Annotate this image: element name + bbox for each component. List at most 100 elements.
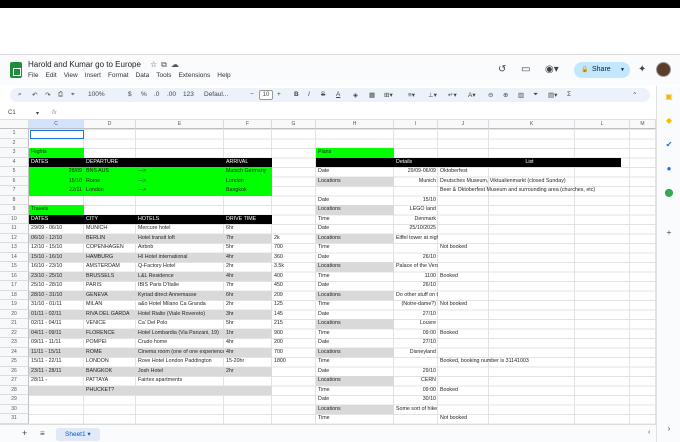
menu-edit[interactable]: Edit <box>45 72 56 79</box>
redo-icon[interactable]: ↷ <box>45 91 50 99</box>
calendar-icon[interactable]: ▣ <box>664 92 674 102</box>
row-header-9[interactable]: 9 <box>0 205 29 215</box>
menu-help[interactable]: Help <box>217 72 230 79</box>
row-header-16[interactable]: 16 <box>0 271 29 281</box>
decrease-decimal-button[interactable]: .0 <box>154 91 159 98</box>
valign-icon[interactable]: ⊥▾ <box>428 91 437 99</box>
row-header-2[interactable]: 2 <box>0 138 29 148</box>
font-size-input[interactable]: 10 <box>259 90 273 100</box>
menu-insert[interactable]: Insert <box>85 72 101 79</box>
tab-sheet1[interactable]: Sheet1 ▾ <box>56 428 100 441</box>
avatar[interactable] <box>656 62 671 77</box>
comment-icon[interactable]: ▭ <box>521 64 530 75</box>
strikethrough-icon[interactable]: S <box>321 91 325 98</box>
row-header-28[interactable]: 28 <box>0 385 29 395</box>
contacts-icon[interactable]: ● <box>664 164 674 174</box>
row-header-1[interactable]: 1 <box>0 129 29 139</box>
row-header-12[interactable]: 12 <box>0 233 29 243</box>
gemini-icon[interactable]: ✦ <box>638 64 646 75</box>
all-sheets-icon[interactable]: ≡ <box>40 429 45 438</box>
row-header-17[interactable]: 17 <box>0 281 29 291</box>
decrease-font-icon[interactable]: − <box>250 91 254 98</box>
name-box-caret-icon[interactable]: ▾ <box>36 110 39 117</box>
row-header-7[interactable]: 7 <box>0 186 29 196</box>
currency-button[interactable]: $ <box>128 91 132 98</box>
fill-color-icon[interactable]: ◈ <box>353 91 358 99</box>
filter-views-icon[interactable]: ▤▾ <box>548 91 557 99</box>
bold-icon[interactable]: B <box>294 91 299 98</box>
menu-extensions[interactable]: Extensions <box>178 72 210 79</box>
row-header-25[interactable]: 25 <box>0 357 29 367</box>
menu-tools[interactable]: Tools <box>156 72 171 79</box>
text-color-icon[interactable]: A <box>336 91 340 98</box>
wrap-icon[interactable]: ↵▾ <box>448 91 457 99</box>
keep-icon[interactable]: ◆ <box>664 116 674 126</box>
functions-icon[interactable]: Σ <box>567 91 571 98</box>
row-header-21[interactable]: 21 <box>0 319 29 329</box>
row-header-8[interactable]: 8 <box>0 195 29 205</box>
row-header-27[interactable]: 27 <box>0 376 29 386</box>
column-header-j[interactable]: J <box>438 120 489 129</box>
row-header-19[interactable]: 19 <box>0 300 29 310</box>
percent-button[interactable]: % <box>141 91 147 98</box>
column-header-m[interactable]: M <box>630 120 656 129</box>
name-box[interactable]: C1 <box>8 110 16 116</box>
share-button[interactable]: Share ▼ <box>574 62 630 78</box>
active-cell-selection[interactable] <box>30 129 84 139</box>
cloud-icon[interactable]: ☁ <box>171 60 183 69</box>
row-header-13[interactable]: 13 <box>0 243 29 253</box>
row-header-31[interactable]: 31 <box>0 414 29 424</box>
link-icon[interactable]: ⊖ <box>488 91 493 99</box>
row-header-23[interactable]: 23 <box>0 338 29 348</box>
row-header-18[interactable]: 18 <box>0 290 29 300</box>
menu-file[interactable]: File <box>28 72 38 79</box>
row-header-26[interactable]: 26 <box>0 366 29 376</box>
zoom-select[interactable]: 100% <box>88 91 105 98</box>
increase-decimal-button[interactable]: .00 <box>167 91 176 98</box>
spreadsheet-grid[interactable]: C D E F G H I J K L M 1 2 3 4 5 6 7 8 9 10 11 12 13 14 15 16 17 18 19… <box>0 120 656 424</box>
collapse-toolbar-icon[interactable]: ⌃ <box>632 91 637 99</box>
meet-icon[interactable]: ◉▾ <box>545 64 559 75</box>
column-header-d[interactable]: D <box>84 120 136 129</box>
column-header-c[interactable]: C <box>29 120 84 129</box>
history-icon[interactable]: ↺ <box>498 64 506 75</box>
row-header-6[interactable]: 6 <box>0 176 29 186</box>
sheets-logo-icon[interactable] <box>10 62 22 78</box>
tasks-icon[interactable]: ✔ <box>664 140 674 150</box>
menu-data[interactable]: Data <box>136 72 150 79</box>
select-all-corner[interactable] <box>0 120 29 129</box>
row-header-20[interactable]: 20 <box>0 309 29 319</box>
add-addon-icon[interactable]: + <box>664 228 674 238</box>
number-format-button[interactable]: 123 <box>183 91 194 98</box>
column-header-k[interactable]: K <box>489 120 575 129</box>
undo-icon[interactable]: ↶ <box>32 91 37 99</box>
explore-icon[interactable]: ‹ <box>648 429 650 436</box>
row-header-3[interactable]: 3 <box>0 148 29 158</box>
filter-icon[interactable]: ⏷ <box>533 91 538 99</box>
print-icon[interactable]: ⎙ <box>58 91 63 99</box>
menu-format[interactable]: Format <box>108 72 129 79</box>
row-header-22[interactable]: 22 <box>0 328 29 338</box>
column-header-l[interactable]: L <box>575 120 630 129</box>
italic-icon[interactable]: I <box>308 91 310 98</box>
column-header-h[interactable]: H <box>316 120 394 129</box>
row-header-15[interactable]: 15 <box>0 262 29 272</box>
add-sheet-icon[interactable]: + <box>22 428 27 438</box>
star-icon[interactable]: ☆ <box>150 60 161 69</box>
maps-icon[interactable]: ⬤ <box>664 188 674 198</box>
column-header-i[interactable]: I <box>394 120 438 129</box>
column-header-e[interactable]: E <box>136 120 224 129</box>
increase-font-icon[interactable]: + <box>277 91 281 98</box>
menu-view[interactable]: View <box>64 72 78 79</box>
column-header-g[interactable]: G <box>272 120 316 129</box>
chart-icon[interactable]: ▥ <box>518 91 524 99</box>
row-header-11[interactable]: 11 <box>0 224 29 234</box>
column-header-f[interactable]: F <box>224 120 272 129</box>
expand-panel-icon[interactable]: › <box>664 424 674 434</box>
document-title[interactable]: Harold and Kumar go to Europe <box>28 60 141 69</box>
insert-comment-icon[interactable]: ⊕ <box>503 91 508 99</box>
row-header-29[interactable]: 29 <box>0 395 29 405</box>
paint-format-icon[interactable]: ⌖ <box>71 91 75 99</box>
align-icon[interactable]: ≡▾ <box>408 91 415 99</box>
row-header-4[interactable]: 4 <box>0 157 29 167</box>
